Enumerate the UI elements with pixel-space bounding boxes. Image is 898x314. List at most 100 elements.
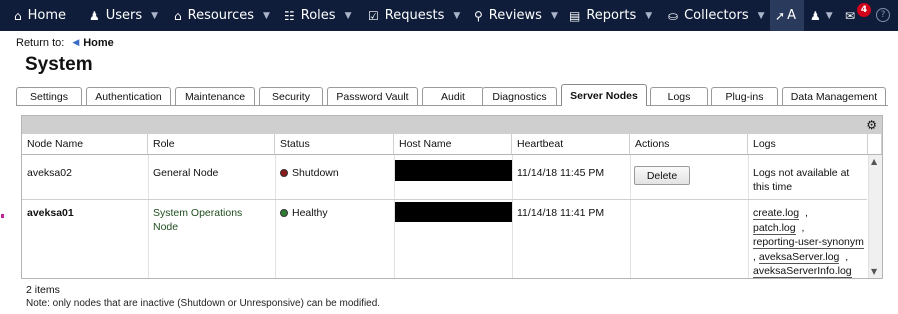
- column-header-status[interactable]: Status: [275, 134, 394, 155]
- rocket-icon: ➚: [775, 8, 786, 23]
- nav-requests[interactable]: ☑ Requests ▼: [368, 0, 460, 31]
- tab-logs[interactable]: Logs: [650, 87, 708, 105]
- chevron-down-icon: ▼: [151, 10, 159, 21]
- log-separator: ,: [845, 250, 849, 263]
- row2-role-line1: System Operations: [153, 207, 243, 219]
- footer-note: Note: only nodes that are inactive (Shut…: [26, 298, 381, 309]
- lightbulb-icon: ⚲: [474, 8, 483, 23]
- row2-node-name: aveksa01: [27, 207, 74, 219]
- gear-icon[interactable]: ⚙: [866, 118, 877, 132]
- column-header-heartbeat[interactable]: Heartbeat: [512, 134, 630, 155]
- nav-rocket[interactable]: ➚ A: [775, 0, 796, 31]
- scroll-down-icon[interactable]: ▼: [871, 267, 877, 276]
- log-separator: ,: [801, 221, 805, 234]
- chevron-down-icon: ▼: [757, 10, 765, 21]
- chevron-down-icon: ▼: [453, 10, 461, 21]
- column-header-spacer: [868, 134, 882, 155]
- status-shutdown-icon: [280, 169, 288, 177]
- nav-roles-label: Roles: [300, 8, 336, 23]
- server-nodes-grid: ⚙ Node Name Role Status Host Name Heartb…: [21, 115, 883, 279]
- tab-underline: [16, 105, 888, 106]
- database-icon: ⛀: [668, 8, 679, 23]
- column-divider: [748, 155, 749, 278]
- scroll-up-icon[interactable]: ▲: [871, 157, 877, 166]
- row2-role: System Operations Node: [153, 206, 242, 234]
- column-header-logs[interactable]: Logs: [748, 134, 868, 155]
- nav-reviews-label: Reviews: [488, 8, 542, 23]
- nav-collectors[interactable]: ⛀ Collectors ▼: [668, 0, 765, 31]
- row1-status: Shutdown: [280, 166, 339, 180]
- user-icon: ♟: [89, 8, 100, 23]
- grid-toolbar: ⚙: [22, 116, 882, 134]
- edge-marker: [1, 214, 4, 218]
- log-separator: ,: [804, 207, 808, 219]
- return-home-link[interactable]: Home: [83, 37, 114, 49]
- page-title: System: [25, 54, 93, 75]
- chevron-down-icon: ▼: [645, 10, 653, 21]
- nav-home[interactable]: ⌂ Home: [14, 0, 66, 31]
- log-link-create[interactable]: create.log: [753, 207, 800, 220]
- row1-node-name: aveksa02: [27, 167, 72, 179]
- tab-bar: Settings Authentication Maintenance Secu…: [16, 84, 888, 106]
- status-healthy-icon: [280, 209, 288, 217]
- column-divider: [630, 155, 631, 278]
- nav-resources[interactable]: ⌂ Resources ▼: [174, 0, 270, 31]
- log-link-aveksa-server[interactable]: aveksaServer.log: [758, 250, 840, 264]
- row2-heartbeat: 11/14/18 11:41 PM: [517, 207, 605, 219]
- chevron-down-icon: ▼: [263, 10, 270, 21]
- row1-logs-message: Logs not available at this time: [753, 167, 850, 193]
- tab-security[interactable]: Security: [259, 87, 323, 105]
- column-divider: [512, 155, 513, 278]
- row-divider: [22, 199, 867, 200]
- inbox-icon: ✉: [845, 8, 856, 23]
- row1-host-name-redacted: [395, 160, 512, 181]
- top-nav: ⌂ Home ♟ Users ▼ ⌂ Resources ▼ ☷ Roles ▼…: [0, 0, 898, 31]
- tab-settings[interactable]: Settings: [16, 87, 82, 105]
- nav-reports[interactable]: ▤ Reports ▼: [569, 0, 652, 31]
- log-link-reporting-user-synonym[interactable]: reporting-user-synonym: [753, 236, 864, 249]
- nav-collectors-label: Collectors: [684, 8, 749, 23]
- row2-status-label: Healthy: [292, 207, 328, 219]
- column-header-role[interactable]: Role: [148, 134, 275, 155]
- bar-chart-icon: ▤: [569, 8, 581, 23]
- delete-button[interactable]: Delete: [634, 166, 690, 185]
- tab-audit[interactable]: Audit: [422, 87, 484, 105]
- nav-reports-label: Reports: [586, 8, 637, 23]
- nav-reviews[interactable]: ⚲ Reviews ▼: [474, 0, 558, 31]
- chevron-down-icon: ▼: [825, 10, 833, 21]
- nav-users-label: Users: [105, 8, 143, 23]
- tab-authentication[interactable]: Authentication: [86, 87, 171, 105]
- row2-logs-list: create.log , patch.log , reporting-user-…: [753, 206, 867, 278]
- column-divider: [275, 155, 276, 278]
- nav-home-label: Home: [27, 8, 67, 23]
- chevron-down-icon: ▼: [550, 10, 558, 21]
- tab-data-management[interactable]: Data Management: [782, 87, 886, 105]
- nav-roles[interactable]: ☷ Roles ▼: [284, 0, 351, 31]
- column-header-node-name[interactable]: Node Name: [22, 134, 148, 155]
- tab-maintenance[interactable]: Maintenance: [175, 87, 255, 105]
- column-header-actions[interactable]: Actions: [630, 134, 748, 155]
- row2-status: Healthy: [280, 206, 328, 220]
- tab-server-nodes[interactable]: Server Nodes: [561, 84, 647, 106]
- nav-user-menu[interactable]: ♟ ▼: [810, 0, 833, 31]
- checkbox-icon: ☑: [368, 8, 379, 23]
- nav-resources-label: Resources: [187, 8, 255, 23]
- log-link-patch[interactable]: patch.log: [753, 221, 796, 235]
- return-to-label: Return to:: [16, 37, 65, 49]
- nav-requests-label: Requests: [384, 8, 445, 23]
- log-separator: ,: [753, 250, 756, 263]
- row1-status-label: Shutdown: [292, 167, 339, 179]
- column-header-host-name[interactable]: Host Name: [394, 134, 512, 155]
- nav-rocket-label: A: [787, 8, 796, 23]
- triangle-left-icon: ◀: [72, 38, 80, 48]
- nav-users[interactable]: ♟ Users ▼: [89, 0, 158, 31]
- log-link-aveksa-server-info[interactable]: aveksaServerInfo.log: [753, 265, 852, 278]
- tab-diagnostics[interactable]: Diagnostics: [482, 87, 557, 105]
- tab-plug-ins[interactable]: Plug-ins: [711, 87, 778, 105]
- help-icon[interactable]: ?: [876, 8, 890, 22]
- row2-host-name-redacted: [395, 202, 512, 222]
- breadcrumb: Return to: ◀ Home: [16, 37, 114, 49]
- grid-scrollbar[interactable]: [868, 155, 882, 278]
- tab-password-vault[interactable]: Password Vault: [327, 87, 418, 105]
- org-chart-icon: ☷: [284, 8, 295, 23]
